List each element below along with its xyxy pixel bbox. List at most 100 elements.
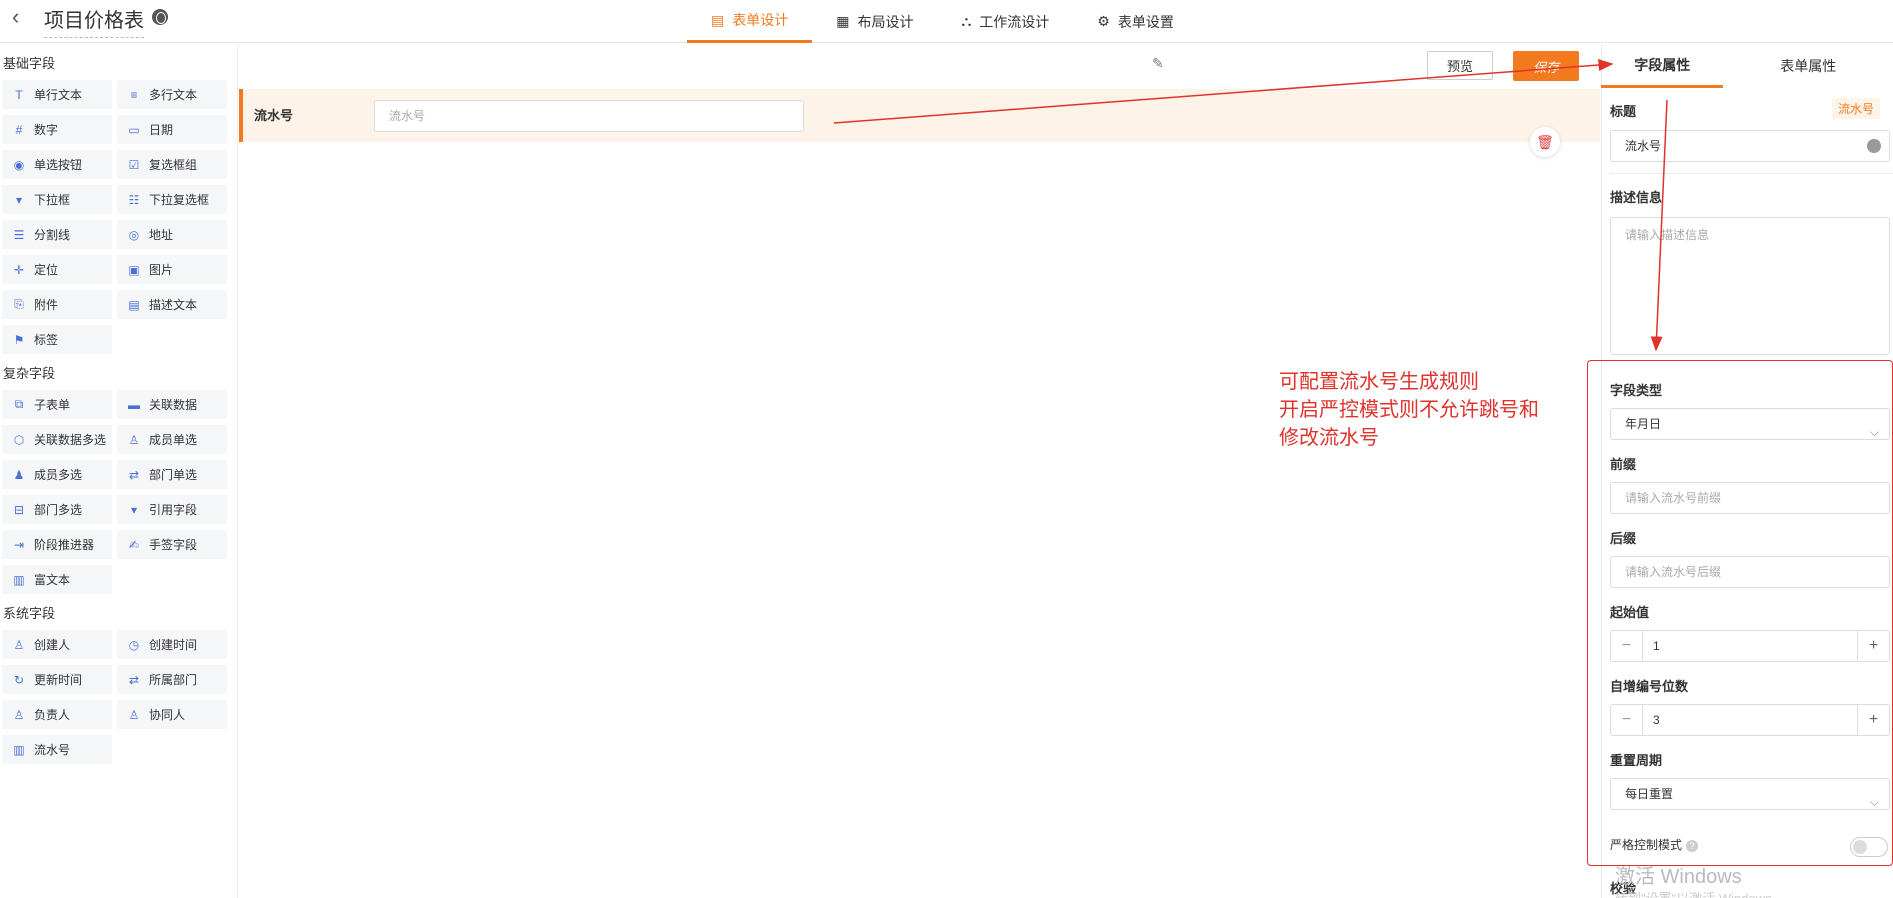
windows-watermark-sub: 转到"设置"以激活 Windows。 — [1615, 888, 1785, 898]
palette-item[interactable]: ☑ 复选框组 — [117, 150, 227, 179]
palette-item[interactable]: ▬ 关联数据 — [117, 390, 227, 419]
palette-item[interactable]: ≡ 多行文本 — [117, 80, 227, 109]
field-type-icon: ▭ — [128, 122, 140, 137]
delete-icon[interactable]: 🗑 — [1530, 127, 1560, 157]
preview-button[interactable]: 预览 — [1427, 51, 1493, 80]
palette-item[interactable]: ▥ 流水号 — [2, 735, 112, 764]
decrement-button[interactable]: − — [1611, 705, 1643, 735]
palette-item-label: 描述文本 — [149, 298, 198, 312]
palette-item[interactable]: ⇥ 阶段推进器 — [2, 530, 112, 559]
globe-icon[interactable] — [1867, 139, 1881, 153]
tab-field-properties[interactable]: 字段属性 — [1601, 44, 1724, 88]
page-title[interactable]: 项目价格表 — [44, 4, 144, 38]
palette-item-label: 所属部门 — [149, 673, 198, 687]
palette-item[interactable]: ♙ 创建人 — [2, 630, 112, 659]
palette-item-label: 更新时间 — [34, 673, 83, 687]
globe-icon[interactable] — [152, 9, 168, 25]
palette-item-label: 分割线 — [34, 228, 71, 242]
palette-item-label: 关联数据 — [149, 398, 198, 412]
tab-label: 表单设置 — [1117, 13, 1174, 30]
palette-item[interactable]: ♙ 负责人 — [2, 700, 112, 729]
field-type-icon: ♙ — [13, 707, 25, 722]
palette-item-label: 成员多选 — [34, 468, 83, 482]
palette-item-label: 数字 — [34, 123, 59, 137]
palette-item-label: 负责人 — [34, 708, 71, 722]
increment-button[interactable]: + — [1857, 631, 1889, 661]
palette-item[interactable]: ▾ 下拉框 — [2, 185, 112, 214]
prefix-input[interactable]: 请输入流水号前缀 — [1610, 482, 1890, 514]
magic-wand-icon[interactable]: ✎ — [1152, 55, 1164, 72]
palette-item[interactable]: ▤ 描述文本 — [117, 290, 227, 319]
palette-item[interactable]: ▥ 富文本 — [2, 565, 112, 594]
field-type-icon: ♙ — [128, 707, 140, 722]
palette-item[interactable]: ⎘ 附件 — [2, 290, 112, 319]
field-type-value: 年月日 — [1625, 417, 1662, 431]
strict-mode-toggle[interactable] — [1850, 837, 1888, 857]
palette-item[interactable]: ♙ 协同人 — [117, 700, 227, 729]
palette-item[interactable]: ♙ 成员单选 — [117, 425, 227, 454]
field-type-icon: ☷ — [128, 192, 140, 207]
field-type-icon: ✍ — [128, 537, 140, 552]
description-textarea[interactable]: 请输入描述信息 — [1610, 217, 1890, 355]
field-type-select[interactable]: 年月日 ⌵ — [1610, 408, 1890, 440]
tab-form-settings[interactable]: ⚙ 表单设置 — [1073, 0, 1198, 43]
save-button[interactable]: 保存 — [1513, 51, 1579, 81]
form-canvas[interactable] — [239, 44, 1600, 898]
palette-item-label: 部门单选 — [149, 468, 198, 482]
tab-form-design[interactable]: ▤ 表单设计 — [687, 0, 813, 43]
title-input[interactable]: 流水号 — [1610, 130, 1890, 162]
palette-item[interactable]: ▣ 图片 — [117, 255, 227, 284]
palette-item[interactable]: ⊟ 部门多选 — [2, 495, 112, 524]
reset-cycle-select[interactable]: 每日重置 ⌵ — [1610, 778, 1890, 810]
field-type-badge: 流水号 — [1832, 98, 1881, 119]
field-palette: 基础字段 T 单行文本 ≡ 多行文本 # 数字 ▭ 日期 ◉ 单选按钮 ☑ 复选框组 ▾ 下拉框 ☷ 下拉复选… — [0, 44, 238, 898]
palette-item-label: 定位 — [34, 263, 59, 277]
palette-item[interactable]: ⬡ 关联数据多选 — [2, 425, 112, 454]
palette-item-label: 阶段推进器 — [34, 538, 95, 552]
palette-item[interactable]: ✛ 定位 — [2, 255, 112, 284]
palette-item[interactable]: ♟ 成员多选 — [2, 460, 112, 489]
palette-item[interactable]: ◷ 创建时间 — [117, 630, 227, 659]
field-type-icon: ⬡ — [13, 432, 25, 447]
suffix-input[interactable]: 请输入流水号后缀 — [1610, 556, 1890, 588]
palette-item[interactable]: ◉ 单选按钮 — [2, 150, 112, 179]
palette-item[interactable]: ✍ 手签字段 — [117, 530, 227, 559]
serial-number-field[interactable]: 流水号 — [374, 100, 804, 132]
palette-item[interactable]: ▭ 日期 — [117, 115, 227, 144]
palette-item[interactable]: ⚑ 标签 — [2, 325, 112, 354]
palette-item[interactable]: ⧉ 子表单 — [2, 390, 112, 419]
help-icon[interactable]: ? — [1686, 839, 1699, 852]
palette-item-label: 多行文本 — [149, 88, 198, 102]
palette-item-label: 地址 — [149, 228, 174, 242]
palette-item[interactable]: ↻ 更新时间 — [2, 665, 112, 694]
field-type-icon: ♟ — [13, 467, 25, 482]
palette-item[interactable]: ⇄ 部门单选 — [117, 460, 227, 489]
increment-button[interactable]: + — [1857, 705, 1889, 735]
tab-layout-design[interactable]: ▦ 布局设计 — [812, 0, 937, 43]
palette-item[interactable]: ☰ 分割线 — [2, 220, 112, 249]
chevron-left-icon[interactable]: ‹ — [12, 6, 32, 28]
palette-item[interactable]: ◎ 地址 — [117, 220, 227, 249]
chevron-down-icon: ⌵ — [1869, 795, 1879, 809]
palette-item-label: 单选按钮 — [34, 158, 83, 172]
palette-item[interactable]: ☷ 下拉复选框 — [117, 185, 227, 214]
title-value: 流水号 — [1625, 139, 1662, 153]
palette-item[interactable]: ⇄ 所属部门 — [117, 665, 227, 694]
palette-item-label: 富文本 — [34, 573, 71, 587]
stepper-value[interactable]: 3 — [1653, 705, 1660, 735]
tab-workflow-design[interactable]: ⛬ 工作流设计 — [937, 0, 1073, 43]
field-type-icon: ☑ — [128, 157, 140, 172]
palette-item-label: 协同人 — [149, 708, 186, 722]
palette-item[interactable]: # 数字 — [2, 115, 112, 144]
field-type-icon: ▤ — [128, 297, 140, 312]
tab-form-properties[interactable]: 表单属性 — [1723, 44, 1893, 88]
decrement-button[interactable]: − — [1611, 631, 1643, 661]
field-type-icon: ◷ — [128, 637, 140, 652]
stepper-value[interactable]: 1 — [1653, 631, 1660, 661]
palette-item[interactable]: ▾ 引用字段 — [117, 495, 227, 524]
field-type-icon: ⎘ — [14, 297, 24, 311]
palette-item[interactable]: T 单行文本 — [2, 80, 112, 109]
group-title-system: 系统字段 — [3, 605, 56, 621]
palette-item-label: 子表单 — [34, 398, 71, 412]
palette-item-label: 下拉复选框 — [149, 193, 210, 207]
